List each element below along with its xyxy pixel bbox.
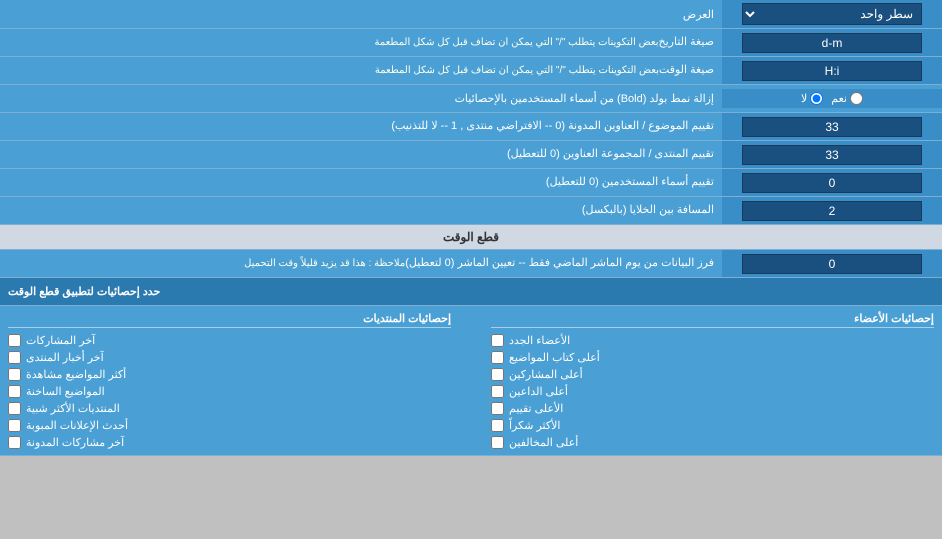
checkbox-col2-3[interactable] xyxy=(491,385,504,398)
date-format-input[interactable]: d-m xyxy=(742,33,922,53)
checkbox-item-col2-6: أعلى المخالفين xyxy=(491,436,934,449)
filter-past-row: فرز البيانات من يوم الماشر الماضي فقط --… xyxy=(0,250,942,278)
checkbox-col1-4[interactable] xyxy=(8,402,21,415)
cell-distance-row: المسافة بين الخلايا (بالبكسل) 2 xyxy=(0,197,942,225)
date-format-row: صيغة التاريخ بعض التكوينات يتطلب "/" الت… xyxy=(0,29,942,57)
checkbox-item-col1-6: آخر مشاركات المدونة xyxy=(8,436,451,449)
bold-remove-no-radio[interactable] xyxy=(810,92,823,105)
checkbox-col2-2[interactable] xyxy=(491,368,504,381)
checkbox-col1-5[interactable] xyxy=(8,419,21,432)
checkbox-item-col2-2: أعلى المشاركين xyxy=(491,368,934,381)
checkbox-item-col1-5: أحدث الإعلانات المبوبة xyxy=(8,419,451,432)
forum-order-label: تقييم المنتدى / المجموعة العناوين (0 للت… xyxy=(0,141,722,168)
filter-past-input-container: 0 xyxy=(722,250,942,277)
stats-apply-label: حدد إحصائيات لتطبيق قطع الوقت xyxy=(8,285,160,298)
forum-order-input[interactable]: 33 xyxy=(742,145,922,165)
col2-checkboxes: إحصائيات الأعضاء الأعضاء الجدد أعلى كتاب… xyxy=(491,312,934,449)
checkbox-col1-1[interactable] xyxy=(8,351,21,364)
time-format-input[interactable]: H:i xyxy=(742,61,922,81)
checkbox-item-col1-4: المنتديات الأكثر شبية xyxy=(8,402,451,415)
display-dropdown-container: سطر واحد سطرين ثلاثة أسطر xyxy=(722,0,942,28)
checkbox-item-col2-0: الأعضاء الجدد xyxy=(491,334,934,347)
checkbox-item-col2-4: الأعلى تقييم xyxy=(491,402,934,415)
checkbox-col2-1[interactable] xyxy=(491,351,504,364)
bold-remove-label: إزالة نمط بولد (Bold) من أسماء المستخدمي… xyxy=(0,87,722,110)
checkbox-col2-6[interactable] xyxy=(491,436,504,449)
forum-order-row: تقييم المنتدى / المجموعة العناوين (0 للت… xyxy=(0,141,942,169)
topics-order-label: تقييم الموضوع / العناوين المدونة (0 -- ا… xyxy=(0,113,722,140)
main-container: العرض سطر واحد سطرين ثلاثة أسطر صيغة الت… xyxy=(0,0,942,456)
usernames-order-input[interactable]: 0 xyxy=(742,173,922,193)
display-label: العرض xyxy=(0,3,722,26)
topics-order-input[interactable]: 33 xyxy=(742,117,922,137)
cut-time-header: قطع الوقت xyxy=(0,225,942,250)
col1-checkboxes: إحصائيات المنتديات آخر المشاركات آخر أخب… xyxy=(8,312,451,449)
bold-remove-yes-radio[interactable] xyxy=(850,92,863,105)
bold-remove-yes-label: نعم xyxy=(831,92,863,105)
usernames-order-input-container: 0 xyxy=(722,169,942,196)
date-format-input-container: d-m xyxy=(722,29,942,56)
time-format-label: صيغة الوقت بعض التكوينات يتطلب "/" التي … xyxy=(0,57,722,84)
checkbox-item-col1-2: أكثر المواضيع مشاهدة xyxy=(8,368,451,381)
checkbox-col2-4[interactable] xyxy=(491,402,504,415)
time-format-row: صيغة الوقت بعض التكوينات يتطلب "/" التي … xyxy=(0,57,942,85)
checkbox-item-col1-1: آخر أخبار المنتدى xyxy=(8,351,451,364)
checkbox-item-col1-0: آخر المشاركات xyxy=(8,334,451,347)
topics-order-row: تقييم الموضوع / العناوين المدونة (0 -- ا… xyxy=(0,113,942,141)
checkbox-col1-0[interactable] xyxy=(8,334,21,347)
checkbox-col1-3[interactable] xyxy=(8,385,21,398)
bold-remove-row: إزالة نمط بولد (Bold) من أسماء المستخدمي… xyxy=(0,85,942,113)
checkbox-item-col2-5: الأكثر شكراً xyxy=(491,419,934,432)
filter-past-label: فرز البيانات من يوم الماشر الماضي فقط --… xyxy=(0,250,722,277)
checkbox-item-col1-3: المواضيع الساخنة xyxy=(8,385,451,398)
bold-remove-no-label: لا xyxy=(801,92,823,105)
topics-order-input-container: 33 xyxy=(722,113,942,140)
forum-order-input-container: 33 xyxy=(722,141,942,168)
usernames-order-label: تقييم أسماء المستخدمين (0 للتعطيل) xyxy=(0,169,722,196)
usernames-order-row: تقييم أسماء المستخدمين (0 للتعطيل) 0 xyxy=(0,169,942,197)
bold-remove-radio-container: نعم لا xyxy=(722,89,942,108)
cell-distance-input-container: 2 xyxy=(722,197,942,224)
checkbox-item-col2-1: أعلى كتاب المواضيع xyxy=(491,351,934,364)
display-select[interactable]: سطر واحد سطرين ثلاثة أسطر xyxy=(742,3,922,25)
time-format-input-container: H:i xyxy=(722,57,942,84)
cell-distance-input[interactable]: 2 xyxy=(742,201,922,221)
checkbox-col2-5[interactable] xyxy=(491,419,504,432)
col1-header: إحصائيات المنتديات xyxy=(8,312,451,328)
checkbox-col1-2[interactable] xyxy=(8,368,21,381)
checkbox-col1-6[interactable] xyxy=(8,436,21,449)
col2-header: إحصائيات الأعضاء xyxy=(491,312,934,328)
checkboxes-area: إحصائيات المنتديات آخر المشاركات آخر أخب… xyxy=(0,306,942,455)
filter-past-input[interactable]: 0 xyxy=(742,254,922,274)
cell-distance-label: المسافة بين الخلايا (بالبكسل) xyxy=(0,197,722,224)
checkboxes-section: حدد إحصائيات لتطبيق قطع الوقت إحصائيات ا… xyxy=(0,278,942,456)
date-format-label: صيغة التاريخ بعض التكوينات يتطلب "/" الت… xyxy=(0,29,722,56)
checkbox-item-col2-3: أعلى الداعين xyxy=(491,385,934,398)
checkbox-col2-0[interactable] xyxy=(491,334,504,347)
display-row: العرض سطر واحد سطرين ثلاثة أسطر xyxy=(0,0,942,29)
stats-apply-row: حدد إحصائيات لتطبيق قطع الوقت xyxy=(0,278,942,306)
